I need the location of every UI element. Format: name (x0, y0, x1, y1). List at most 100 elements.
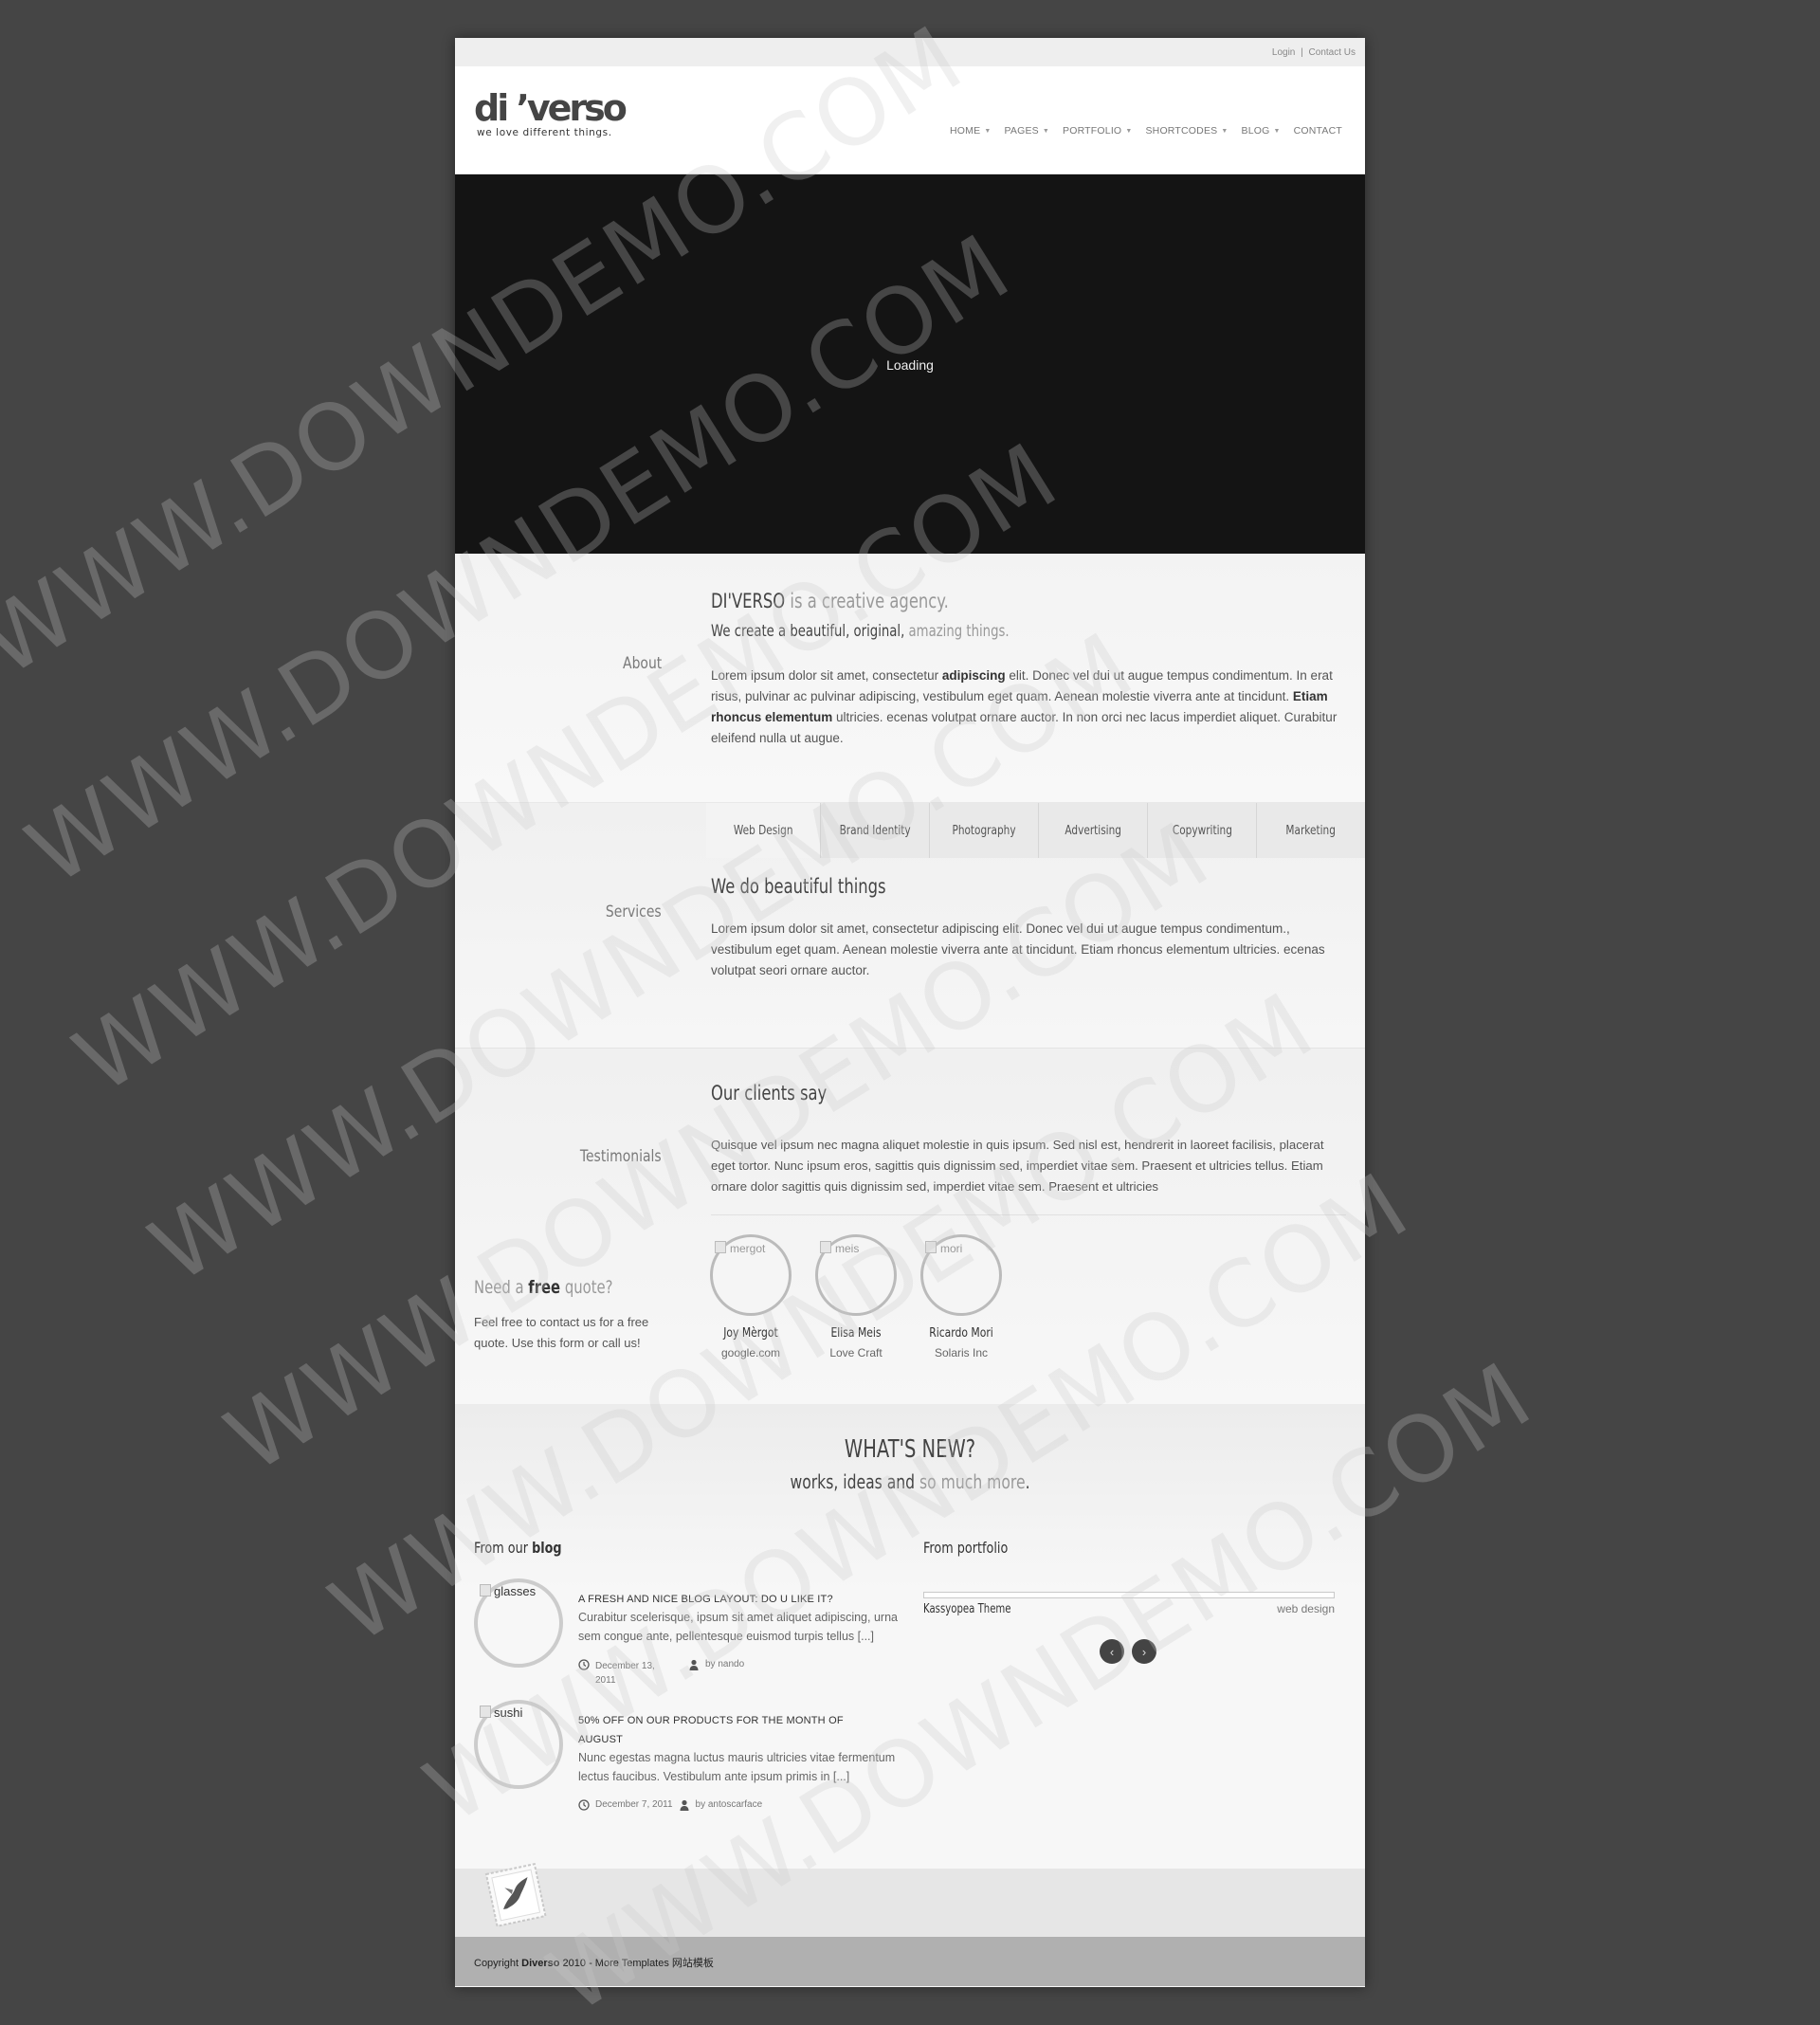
nav-shortcodes[interactable]: SHORTCODES ▼ (1145, 125, 1228, 137)
avatar-alt: mergot (715, 1241, 765, 1255)
services-heading: We do beautiful things (711, 875, 886, 898)
post-meta: December 13, 2011 by nando (578, 1659, 744, 1688)
post-title[interactable]: 50% OFF ON OUR PRODUCTS FOR THE MONTH OF… (578, 1711, 882, 1749)
whats-new-section: WHAT'S NEW? works, ideas and so much mor… (455, 1404, 1365, 1869)
testimonials-text: Quisque vel ipsum nec magna aliquet mole… (711, 1138, 1324, 1194)
header: di ’verso we love different things. HOME… (455, 66, 1365, 174)
about-bold-1: adipiscing (941, 668, 1006, 683)
copyright-brand[interactable]: Diverso (521, 1958, 559, 1969)
copyright-b[interactable]: 2010 - More Templates 网站模板 (560, 1958, 714, 1969)
tab-label: Web Design (733, 823, 793, 838)
about-text-1: Lorem ipsum dolor sit amet, consectetur (711, 668, 942, 683)
post-thumbnail[interactable]: glasses (474, 1578, 563, 1668)
portfolio-column-title: From portfolio (923, 1539, 1009, 1557)
portfolio-prev-button[interactable]: ‹ (1100, 1639, 1124, 1664)
news-subtitle: works, ideas and so much more. (555, 1470, 1265, 1493)
portfolio-item-name[interactable]: Kassyopea Theme (923, 1602, 1011, 1616)
page: Login | Contact Us di ’verso we love dif… (455, 38, 1365, 1987)
chevron-down-icon: ▼ (1221, 127, 1228, 135)
stamp-icon (484, 1862, 547, 1927)
about-label: About (622, 654, 662, 673)
post-author[interactable]: by antoscarface (696, 1799, 763, 1810)
blog-title-a: From our (474, 1539, 528, 1557)
client-avatar: meis (815, 1234, 897, 1316)
about-subtitle: We create a beautiful, original, amazing… (711, 622, 1010, 641)
client-card: mergot Joy Mèrgot google.com (703, 1234, 798, 1359)
portfolio-next-button[interactable]: › (1132, 1639, 1156, 1664)
nav-label: HOME (950, 125, 981, 137)
client-company[interactable]: google.com (703, 1346, 798, 1359)
top-separator: | (1301, 47, 1303, 58)
client-avatar: mergot (710, 1234, 792, 1316)
quote-free: free (528, 1277, 561, 1298)
nav-portfolio[interactable]: PORTFOLIO ▼ (1063, 125, 1132, 137)
brand-name: DI'VERSO (711, 590, 786, 612)
main-nav: HOME ▼ PAGES ▼ PORTFOLIO ▼ SHORTCODES ▼ BLOG… (950, 125, 1342, 137)
chevron-down-icon: ▼ (1042, 127, 1050, 135)
footer: Copyright Diverso 2010 - More Templates … (455, 1937, 1365, 1986)
nav-label: BLOG (1241, 125, 1270, 137)
blog-column-title: From our blog (474, 1539, 562, 1557)
services-text: Lorem ipsum dolor sit amet, consectetur … (711, 921, 1325, 977)
nav-contact[interactable]: CONTACT (1294, 125, 1342, 137)
client-avatar: mori (920, 1234, 1002, 1316)
subtitle-light: amazing things. (908, 622, 1010, 641)
nav-blog[interactable]: BLOG ▼ (1242, 125, 1281, 137)
client-company[interactable]: Solaris Inc (914, 1346, 1009, 1359)
about-title-rest: is a creative agency. (790, 590, 949, 612)
tab-copywriting[interactable]: Copywriting (1147, 803, 1256, 858)
about-text: Lorem ipsum dolor sit amet, consectetur … (711, 666, 1346, 749)
services-tabs: Web Design Brand Identity Photography Ad… (706, 803, 1365, 858)
client-name: Ricardo Mori (929, 1325, 993, 1341)
testimonials-heading: Our clients say (711, 1082, 828, 1104)
chevron-right-icon: › (1141, 1644, 1147, 1659)
logo-name: di ’verso (474, 87, 628, 129)
copyright: Copyright Diverso 2010 - More Templates … (474, 1955, 714, 1970)
logo-tagline: we love different things. (477, 127, 612, 138)
post-title[interactable]: A FRESH AND NICE BLOG LAYOUT: DO U LIKE … (578, 1590, 910, 1609)
stamp-area (455, 1862, 1365, 1937)
client-card: mori Ricardo Mori Solaris Inc (914, 1234, 1009, 1359)
copyright-a: Copyright (474, 1958, 522, 1969)
news-sub-end: . (1025, 1470, 1030, 1493)
about-section: About DI'VERSO is a creative agency. We … (455, 554, 1365, 802)
avatar-alt: meis (820, 1241, 859, 1255)
nav-label: PORTFOLIO (1063, 125, 1122, 137)
user-icon (680, 1799, 689, 1811)
quote-rest: quote? (564, 1277, 613, 1298)
testimonials-label: Testimonials (580, 1147, 662, 1166)
post-meta: December 7, 2011 by antoscarface (578, 1799, 762, 1811)
contact-us-link[interactable]: Contact Us (1309, 47, 1356, 58)
client-name: Joy Mèrgot (723, 1325, 778, 1341)
post-author[interactable]: by nando (705, 1659, 744, 1669)
tab-advertising[interactable]: Advertising (1038, 803, 1147, 858)
portfolio-item-category: web design (1277, 1602, 1335, 1615)
tab-brand-identity[interactable]: Brand Identity (820, 803, 929, 858)
chevron-down-icon: ▼ (1125, 127, 1133, 135)
user-icon (689, 1659, 699, 1670)
post-date: December 7, 2011 (595, 1799, 673, 1810)
post-thumbnail[interactable]: sushi (474, 1700, 563, 1789)
client-company[interactable]: Love Craft (809, 1346, 903, 1359)
tab-label: Advertising (1065, 823, 1121, 838)
quote-text: Feel free to contact us for a free quote… (474, 1315, 649, 1350)
slider-loading: Loading (886, 357, 934, 373)
logo[interactable]: di ’verso we love different things. (474, 87, 628, 138)
nav-home[interactable]: HOME ▼ (950, 125, 991, 137)
top-links: Login | Contact Us (1272, 47, 1356, 58)
news-sub-dark: works, ideas and (790, 1470, 916, 1493)
client-card: meis Elisa Meis Love Craft (809, 1234, 903, 1359)
tab-photography[interactable]: Photography (929, 803, 1038, 858)
about-title: DI'VERSO is a creative agency. (711, 590, 949, 612)
tab-marketing[interactable]: Marketing (1256, 803, 1365, 858)
tab-label: Marketing (1285, 823, 1337, 838)
testimonials-divider (711, 1214, 1346, 1215)
login-link[interactable]: Login (1272, 47, 1295, 58)
tab-web-design[interactable]: Web Design (706, 803, 820, 858)
nav-label: CONTACT (1293, 125, 1342, 137)
hero-slider[interactable]: Loading (455, 174, 1365, 554)
portfolio-image-frame[interactable] (923, 1592, 1335, 1598)
nav-pages[interactable]: PAGES ▼ (1004, 125, 1049, 137)
chevron-down-icon: ▼ (1273, 127, 1281, 135)
thumbnail-alt: glasses (480, 1584, 536, 1598)
